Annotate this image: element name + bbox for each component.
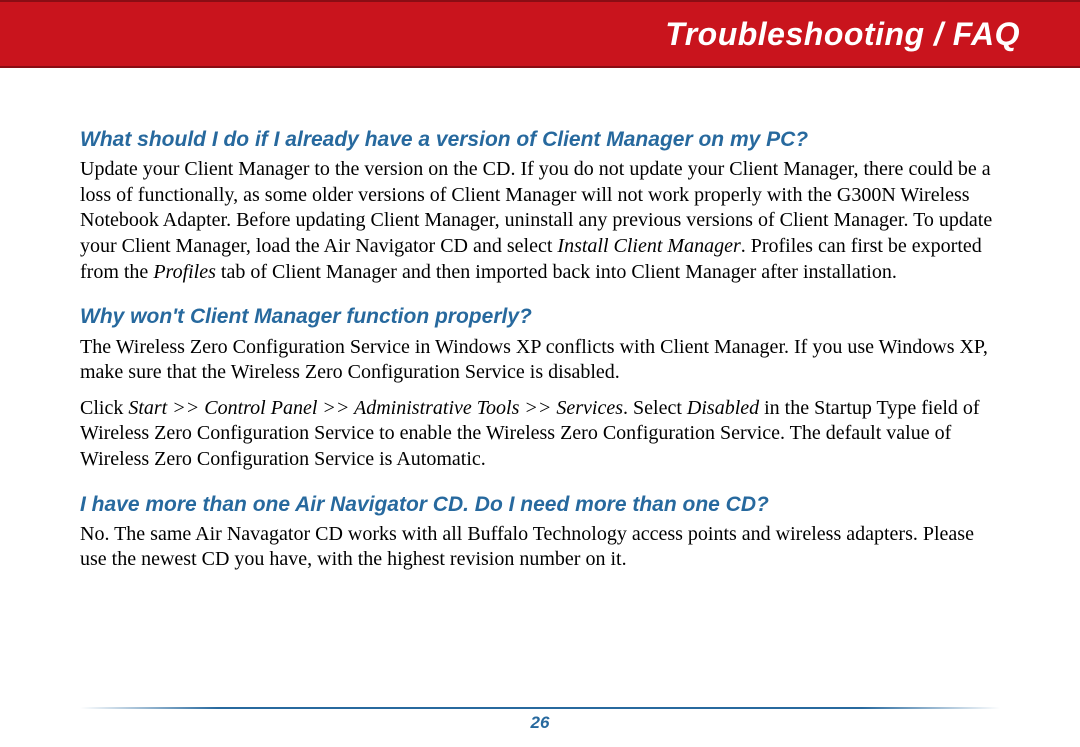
faq-answer-1-text-post: tab of Client Manager and then imported … [216, 261, 897, 283]
faq-answer-1-emphasis-2: Profiles [153, 261, 216, 283]
faq-answer-1-emphasis-1: Install Client Manager [557, 235, 740, 257]
faq-answer-2b-emphasis-2: Disabled [687, 397, 759, 419]
page-number: 26 [531, 713, 550, 732]
faq-answer-2b-emphasis-1: Start >> Control Panel >> Administrative… [128, 397, 623, 419]
faq-answer-2b: Click Start >> Control Panel >> Administ… [80, 396, 1000, 473]
page-title: Troubleshooting / FAQ [665, 16, 1020, 53]
faq-answer-3: No. The same Air Navagator CD works with… [80, 522, 1000, 573]
content-area: What should I do if I already have a ver… [0, 68, 1080, 573]
faq-answer-2b-text-pre: Click [80, 397, 128, 419]
faq-question-1: What should I do if I already have a ver… [80, 126, 1000, 153]
header-band: Troubleshooting / FAQ [0, 0, 1080, 68]
faq-answer-2b-text-mid: . Select [623, 397, 687, 419]
faq-answer-2a: The Wireless Zero Configuration Service … [80, 335, 1000, 386]
faq-answer-1: Update your Client Manager to the versio… [80, 157, 1000, 285]
faq-question-2: Why won't Client Manager function proper… [80, 303, 1000, 330]
faq-question-3: I have more than one Air Navigator CD. D… [80, 491, 1000, 518]
footer-divider [80, 707, 1000, 709]
footer: 26 [0, 707, 1080, 733]
